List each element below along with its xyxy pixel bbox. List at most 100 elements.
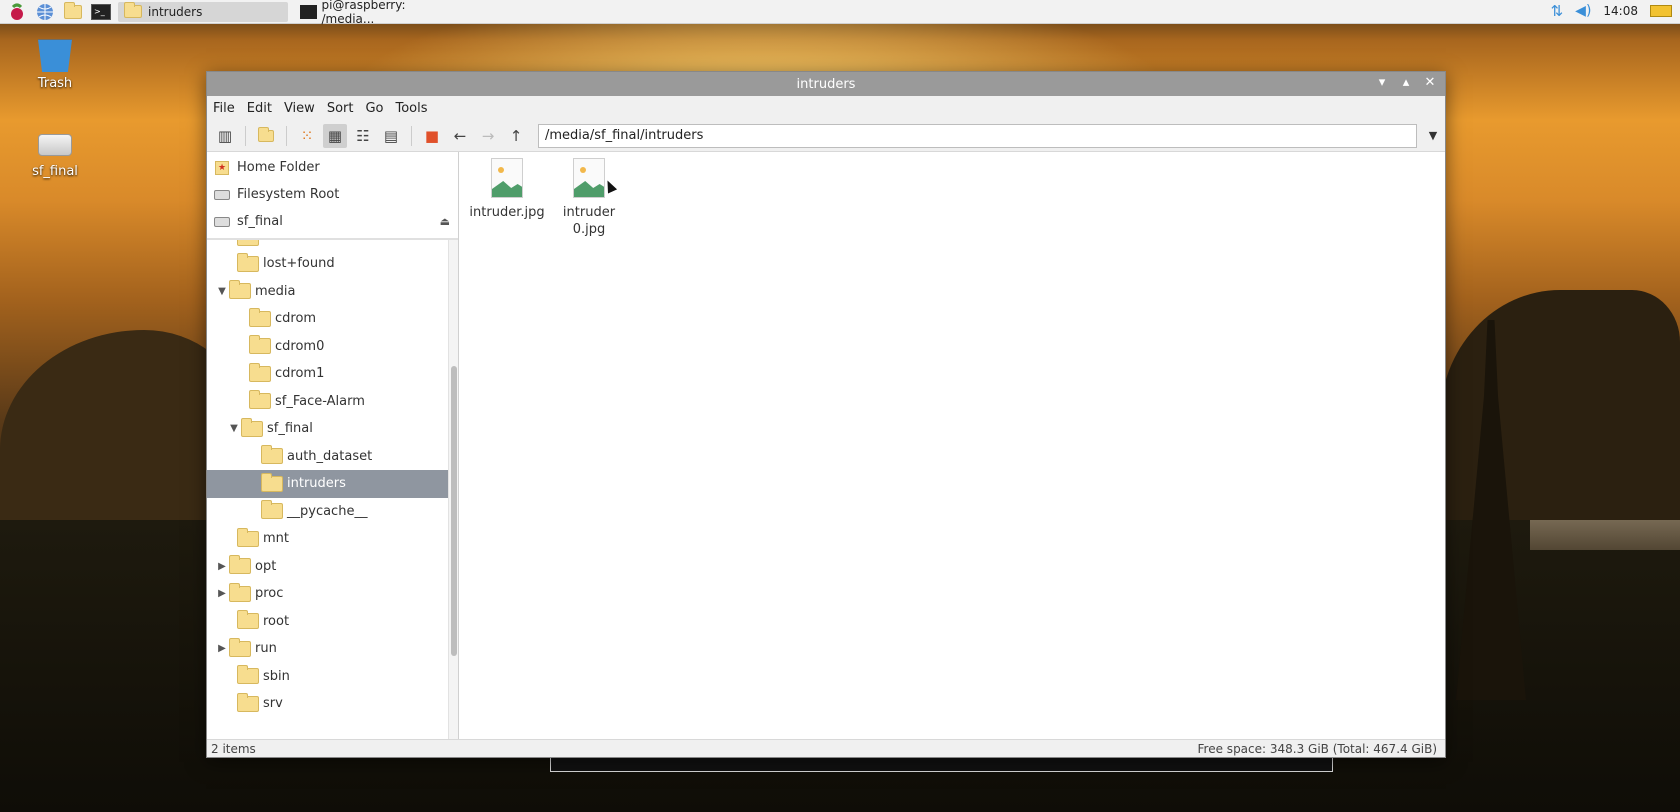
file-view[interactable]: intruder.jpg intruder0.jpg [459,152,1445,739]
tree-node-label: auth_dataset [287,448,373,464]
path-input[interactable]: /media/sf_final/intruders [538,123,1417,148]
file-item[interactable]: intruder0.jpg [549,158,629,238]
status-bar: 2 items Free space: 348.3 GiB (Total: 46… [207,739,1445,757]
network-icon[interactable]: ⇅ [1551,2,1564,20]
tree-partial-row [207,240,458,250]
battery-icon[interactable] [1650,5,1672,17]
tree-node[interactable]: srv [207,690,458,718]
task-label: intruders [148,4,203,19]
place-label: Home Folder [237,160,320,175]
folder-icon [261,445,283,465]
tree-node-selected[interactable]: intruders [207,470,458,498]
scrollbar-thumb[interactable] [451,366,457,656]
up-icon[interactable]: ↑ [504,124,528,148]
tree-node[interactable]: ▼ sf_final [207,415,458,443]
home-folder-icon: ★ [213,160,231,176]
web-browser-icon[interactable] [34,2,56,22]
tree-node-label: cdrom [275,311,317,327]
tree-node-label: srv [263,696,283,712]
icon-view-icon[interactable]: ⁙ [295,124,319,148]
tree-node[interactable]: root [207,608,458,636]
background-river [1530,520,1680,550]
places-list: ★ Home Folder Filesystem Root sf_final ⏏ [207,152,458,240]
forward-icon[interactable]: → [476,124,500,148]
menu-sort[interactable]: Sort [327,101,354,116]
tree-node[interactable]: ▶ opt [207,553,458,581]
place-label: Filesystem Root [237,187,340,202]
list-view-icon[interactable]: ▤ [379,124,403,148]
back-icon[interactable]: ← [448,124,472,148]
item-count: 2 items [211,741,256,756]
file-manager-window: intruders ▾ ▴ ✕ File Edit View Sort Go T… [206,71,1446,758]
eject-icon[interactable]: ⏏ [440,215,450,228]
home-icon[interactable]: ■ [420,124,444,148]
window-titlebar[interactable]: intruders ▾ ▴ ✕ [207,72,1445,96]
thumbnail-view-icon[interactable]: ▦ [323,123,347,148]
volume-icon[interactable]: ◀) [1575,3,1591,19]
menu-view[interactable]: View [284,101,315,116]
window-content: ★ Home Folder Filesystem Root sf_final ⏏ [207,152,1445,739]
toolbar: ▥ ⁙ ▦ ☷ ▤ ■ ← → ↑ /media/sf_final/intrud… [207,120,1445,152]
tree-node[interactable]: cdrom1 [207,360,458,388]
expander-icon[interactable]: ▶ [215,643,229,654]
folder-icon [249,307,271,327]
tree-node-label: root [263,613,290,629]
raspberry-menu-icon[interactable] [6,2,28,22]
menu-file[interactable]: File [213,101,235,116]
folder-icon [249,335,271,355]
place-home-folder[interactable]: ★ Home Folder [207,154,458,181]
tree-node[interactable]: auth_dataset [207,443,458,471]
tree-node[interactable]: sf_Face-Alarm [207,388,458,416]
tree-node[interactable]: mnt [207,525,458,553]
tree-node[interactable]: lost+found [207,250,458,278]
compact-view-icon[interactable]: ☷ [351,124,375,148]
file-item[interactable]: intruder.jpg [469,158,545,221]
expander-icon[interactable]: ▼ [227,423,241,434]
place-sf-final[interactable]: sf_final ⏏ [207,208,458,235]
tree-node-label: lost+found [263,256,335,272]
task-file-manager[interactable]: intruders [118,1,288,22]
tree-node-label: intruders [287,476,346,492]
minimize-icon[interactable]: ▾ [1375,75,1389,90]
tree-node[interactable]: ▶ run [207,635,458,663]
tree-node-label: opt [255,558,277,574]
terminal-icon[interactable]: >_ [90,2,112,22]
tree-node[interactable]: cdrom [207,305,458,333]
tree-node[interactable]: sbin [207,663,458,691]
drive-icon [213,214,231,230]
tree-node[interactable]: ▶ proc [207,580,458,608]
toolbar-separator [245,125,246,146]
expander-icon[interactable]: ▶ [215,588,229,599]
expander-icon[interactable]: ▶ [215,561,229,572]
chevron-down-icon[interactable]: ▼ [1421,129,1445,142]
maximize-icon[interactable]: ▴ [1399,75,1413,90]
file-manager-icon[interactable] [62,1,84,22]
folder-icon [261,472,283,492]
new-folder-icon[interactable] [254,124,278,148]
folder-icon [249,362,271,382]
background-terminal-window[interactable] [550,756,1333,772]
desktop-icon-trash[interactable]: Trash [15,36,95,91]
desktop-icon-sf-final[interactable]: sf_final [15,126,95,179]
tree-node[interactable]: __pycache__ [207,498,458,526]
folder-icon [237,665,259,685]
menu-tools[interactable]: Tools [396,101,428,116]
tree-scrollbar[interactable] [448,240,458,739]
drive-icon [213,187,231,203]
menu-go[interactable]: Go [365,101,383,116]
side-pane: ★ Home Folder Filesystem Root sf_final ⏏ [207,152,459,739]
drive-icon [38,134,72,156]
toolbar-separator [286,125,287,146]
close-icon[interactable]: ✕ [1423,75,1437,90]
toggle-sidepane-icon[interactable]: ▥ [213,124,237,148]
menu-edit[interactable]: Edit [247,101,272,116]
tree-node[interactable]: ▼ media [207,278,458,306]
task-terminal[interactable]: pi@raspberry: /media... [294,0,464,26]
expander-icon[interactable]: ▼ [215,286,229,297]
tree-node[interactable]: cdrom0 [207,333,458,361]
folder-icon [249,390,271,410]
tree-node-label: cdrom1 [275,366,325,382]
folder-icon [229,582,251,602]
clock[interactable]: 14:08 [1603,4,1638,18]
place-filesystem-root[interactable]: Filesystem Root [207,181,458,208]
